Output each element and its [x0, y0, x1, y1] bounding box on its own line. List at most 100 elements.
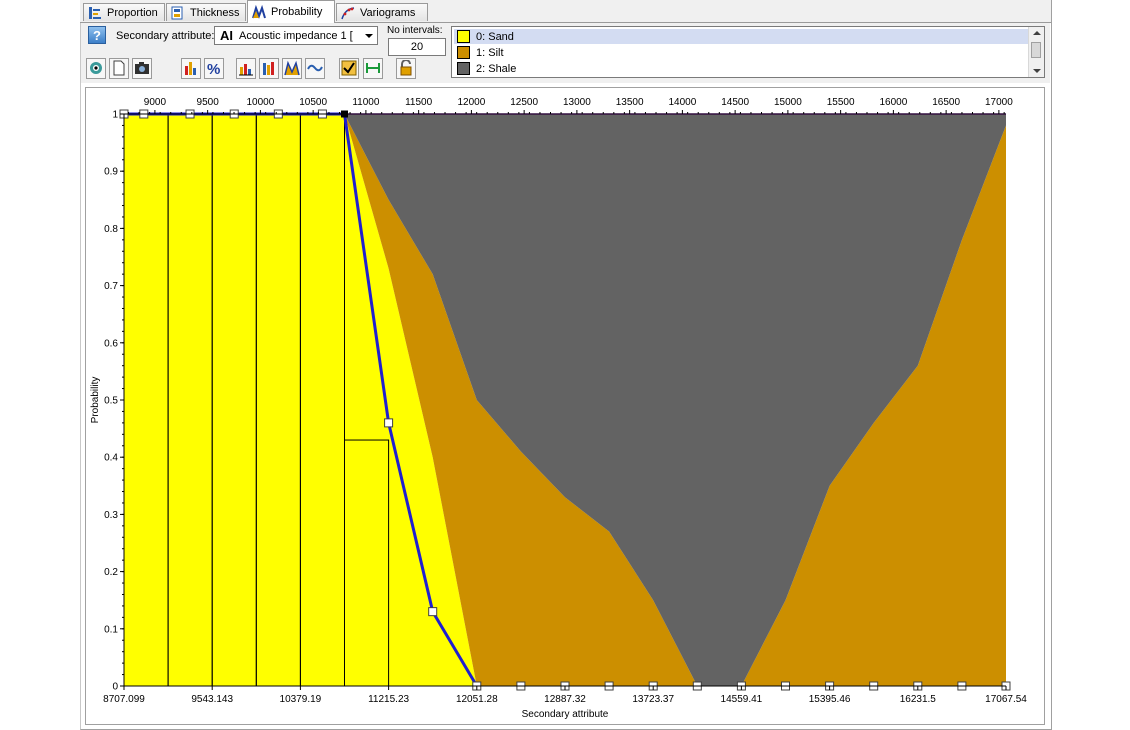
- checkbox-icon: [341, 60, 357, 76]
- lock-icon: [400, 60, 412, 76]
- probability-icon: [252, 4, 266, 19]
- probability-chart[interactable]: 0 0.1 0.2 0.3 0.4 0.5 0.6 0.7 0.8 0.9 1 8707.099 954…: [86, 88, 1044, 724]
- curve-control-point[interactable]: [428, 607, 438, 617]
- y-axis-label: Probability: [90, 377, 101, 424]
- x-tick-label: 8707.099: [103, 694, 145, 705]
- y-tick-label: 0: [112, 682, 118, 693]
- facies-legend-list[interactable]: 0: Sand 1: Silt 2: Shale: [451, 26, 1045, 78]
- top-tick-label: 10500: [299, 97, 327, 108]
- no-intervals-label: No intervals:: [387, 25, 443, 36]
- x-tick-label: 10379.19: [280, 694, 322, 705]
- fit-width-icon: [366, 63, 380, 73]
- top-tick-label: 9500: [197, 97, 220, 108]
- y-tick-label: 0.9: [104, 167, 118, 178]
- histogram-button[interactable]: [181, 58, 201, 79]
- y-tick-label: 0.7: [104, 281, 118, 292]
- camera-icon: [135, 62, 149, 74]
- x-tick-label: 17067.54: [985, 694, 1027, 705]
- legend-label: 0: Sand: [476, 30, 514, 43]
- toolbar: ? Secondary attribute: AI Acoustic imped…: [81, 23, 1050, 83]
- top-tick-label: 12000: [457, 97, 485, 108]
- top-tick-label: 14500: [721, 97, 749, 108]
- y-tick-label: 0.6: [104, 338, 118, 349]
- tab-thickness[interactable]: Thickness: [166, 3, 246, 21]
- proportion-icon: [88, 6, 102, 20]
- eye-icon: [90, 62, 102, 74]
- top-tick-label: 16000: [879, 97, 907, 108]
- scroll-thumb[interactable]: [1031, 42, 1041, 58]
- legend-label: 2: Shale: [476, 62, 517, 75]
- stacked-bar-icon: [263, 62, 274, 75]
- top-tick-label: 17000: [985, 97, 1013, 108]
- legend-swatch: [457, 46, 470, 59]
- percent-icon: %: [207, 61, 220, 76]
- top-tick-label: 13500: [616, 97, 644, 108]
- lock-button[interactable]: [396, 58, 416, 79]
- legend-scrollbar[interactable]: [1028, 27, 1044, 77]
- top-tick-label: 14000: [668, 97, 696, 108]
- tab-variograms[interactable]: Variograms: [336, 3, 428, 21]
- thickness-icon: [171, 6, 185, 20]
- x-tick-label: 12887.32: [544, 694, 586, 705]
- top-tick-label: 11000: [352, 97, 380, 108]
- top-tick-label: 9000: [144, 97, 167, 108]
- top-tick-label: 16500: [932, 97, 960, 108]
- top-tick-label: 15000: [774, 97, 802, 108]
- new-document-button[interactable]: [109, 58, 129, 79]
- x-tick-label: 9543.143: [191, 694, 233, 705]
- chevron-down-icon[interactable]: [365, 34, 373, 38]
- scroll-up-icon[interactable]: [1033, 31, 1041, 35]
- svg-text:%: %: [207, 61, 220, 76]
- bar-chart-icon: [239, 64, 253, 76]
- attribute-type-icon: AI: [220, 28, 233, 43]
- y-tick-label: 1: [112, 110, 118, 121]
- legend-swatch: [457, 62, 470, 75]
- tab-label: Probability: [271, 6, 323, 18]
- y-tick-label: 0.5: [104, 396, 118, 407]
- bar-chart-button[interactable]: [236, 58, 256, 79]
- no-intervals-input[interactable]: 20: [388, 38, 446, 56]
- scroll-down-icon[interactable]: [1033, 69, 1041, 73]
- tab-proportion[interactable]: Proportion: [83, 3, 165, 21]
- stacked-bar-button[interactable]: [259, 58, 279, 79]
- top-tick-label: 12500: [510, 97, 538, 108]
- top-tick-label: 13000: [563, 97, 591, 108]
- histogram-icon: [185, 62, 196, 75]
- tab-label: Thickness: [190, 6, 240, 19]
- y-tick-label: 0.8: [104, 224, 118, 235]
- cumulative-icon: [284, 60, 300, 76]
- y-tick-label: 0.1: [104, 624, 118, 635]
- x-tick-label: 11215.23: [368, 694, 409, 705]
- y-tick-label: 0.2: [104, 567, 118, 578]
- curve-control-point[interactable]: [384, 418, 394, 428]
- legend-item-sand[interactable]: 0: Sand: [454, 29, 1028, 44]
- tab-label: Proportion: [107, 6, 158, 19]
- snapshot-button[interactable]: [132, 58, 152, 79]
- x-tick-label: 16231.5: [900, 694, 937, 705]
- view-button[interactable]: [86, 58, 106, 79]
- curve-button[interactable]: [305, 58, 325, 79]
- tab-bar: Proportion Thickness Probability Variogr…: [80, 0, 1051, 23]
- x-axis-label: Secondary attribute: [522, 709, 609, 720]
- x-tick-label: 13723.37: [632, 694, 674, 705]
- tab-probability[interactable]: Probability: [247, 0, 335, 23]
- curve-icon: [307, 64, 323, 72]
- x-tick-label: 14559.41: [721, 694, 763, 705]
- y-tick-label: 0.3: [104, 510, 118, 521]
- cumulative-button[interactable]: [282, 58, 302, 79]
- top-tick-label: 11500: [405, 97, 433, 108]
- tab-label: Variograms: [360, 6, 416, 19]
- checkbox-button[interactable]: [339, 58, 359, 79]
- legend-item-shale[interactable]: 2: Shale: [454, 61, 1028, 76]
- secondary-attribute-label: Secondary attribute:: [116, 30, 215, 42]
- secondary-attribute-dropdown[interactable]: AI Acoustic impedance 1 [: [214, 26, 378, 45]
- x-tick-label: 12051.28: [456, 694, 498, 705]
- legend-label: 1: Silt: [476, 46, 504, 59]
- secondary-attribute-value: Acoustic impedance 1 [: [239, 29, 353, 42]
- help-button[interactable]: ?: [88, 26, 106, 44]
- percent-button[interactable]: %: [204, 58, 224, 79]
- legend-item-silt[interactable]: 1: Silt: [454, 45, 1028, 60]
- variograms-icon: [341, 6, 355, 20]
- probability-plot-panel: 0 0.1 0.2 0.3 0.4 0.5 0.6 0.7 0.8 0.9 1 8707.099 954…: [85, 87, 1045, 725]
- fit-width-button[interactable]: [363, 58, 383, 79]
